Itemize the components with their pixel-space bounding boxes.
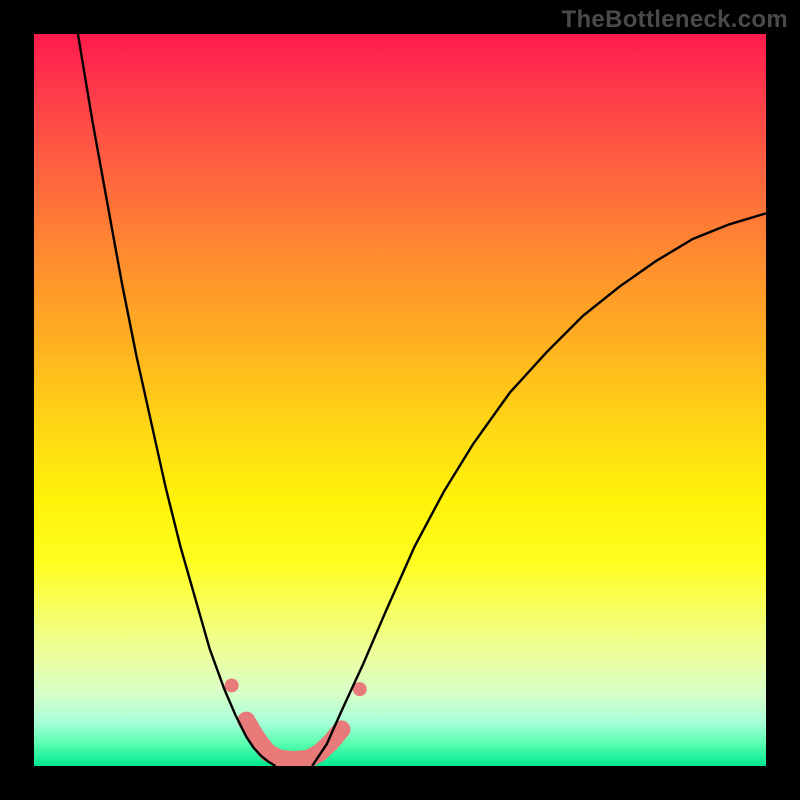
- left-curve: [78, 34, 276, 766]
- watermark-text: TheBottleneck.com: [562, 6, 788, 34]
- left-curve-path: [78, 34, 276, 766]
- right-curve-path: [312, 213, 766, 766]
- right-curve: [312, 213, 766, 766]
- scatter-markers: [225, 678, 367, 696]
- chart-svg: [34, 34, 766, 766]
- marker-left-upper-point: [225, 678, 239, 692]
- chart-frame: TheBottleneck.com: [0, 0, 800, 800]
- plot-area: [34, 34, 766, 766]
